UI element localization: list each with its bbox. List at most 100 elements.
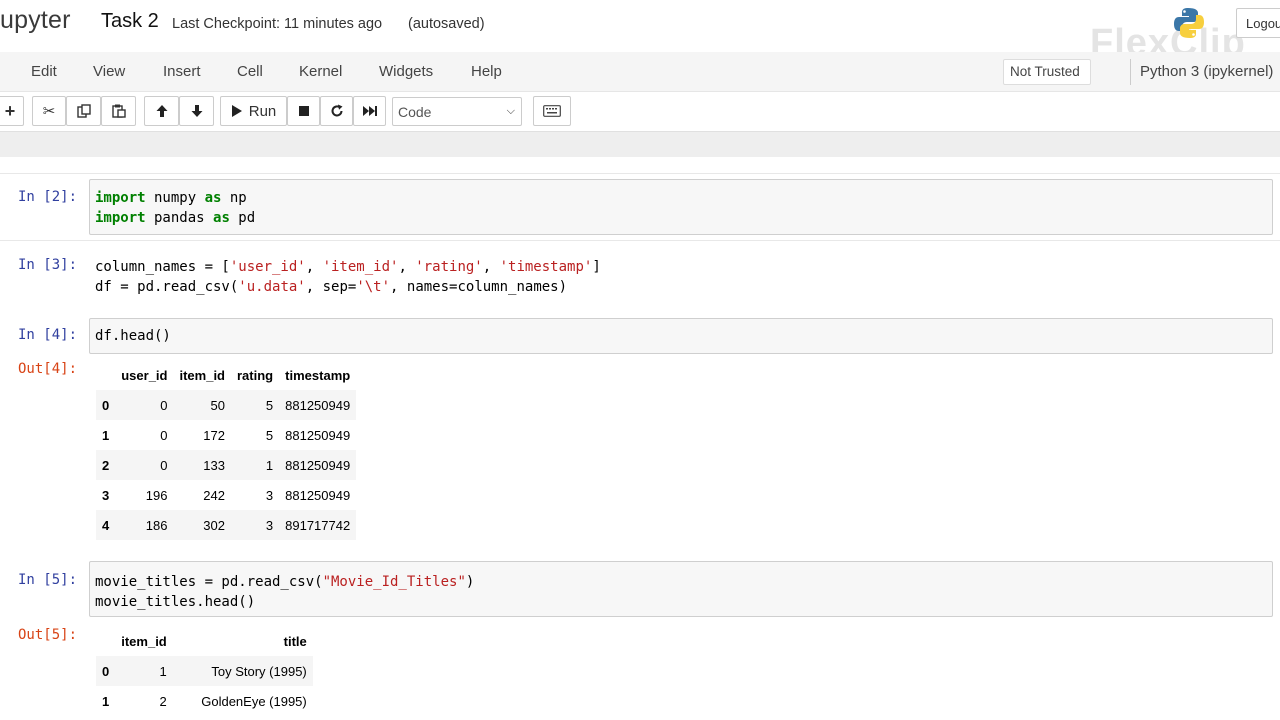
table-cell: 172 <box>203 427 225 443</box>
code-line: column_names = ['user_id', 'item_id', 'r… <box>90 257 1272 277</box>
table-row: 0 0 50 5 881250949 <box>96 390 357 420</box>
code-token: ] <box>592 259 601 275</box>
arrow-up-icon <box>156 105 167 117</box>
code-line: df = pd.read_csv('u.data', sep='\t', nam… <box>90 277 1272 297</box>
table-cell: 3 <box>265 517 274 533</box>
table-row: 2 0 133 1 881250949 <box>96 450 357 480</box>
menu-edit[interactable]: Edit <box>31 63 57 80</box>
code-string: '\t' <box>356 279 391 295</box>
chevron-down-icon: ⌵ <box>506 105 515 117</box>
table-cell: 881250949 <box>285 457 351 473</box>
logout-button[interactable]: Logout <box>1236 8 1280 38</box>
cut-icon: ✂ <box>42 103 56 120</box>
notebook-name[interactable]: Task 2 <box>101 10 159 33</box>
table-cell: 0 <box>160 427 168 443</box>
kernel-indicator[interactable]: Python 3 (ipykernel) <box>1140 63 1273 80</box>
move-down-button[interactable] <box>179 96 214 126</box>
insert-cell-button[interactable]: + <box>0 96 24 126</box>
run-button[interactable]: Run <box>220 96 287 126</box>
table-cell: 881250949 <box>285 397 351 413</box>
table-cell: 186 <box>145 517 168 533</box>
table-row: 1 0 172 5 881250949 <box>96 420 356 450</box>
stop-icon <box>298 106 309 116</box>
row-index: 0 <box>102 397 110 413</box>
code-keyword: as <box>204 190 222 206</box>
code-token: , <box>398 259 416 275</box>
code-token: pandas <box>145 210 214 226</box>
toolbar-divider <box>0 131 1280 157</box>
menu-help[interactable]: Help <box>471 63 502 80</box>
kernel-divider <box>1130 59 1131 85</box>
code-cell[interactable]: In [4]: df.head() Out[4]: user_id item_id… <box>0 317 1280 545</box>
table-cell: 196 <box>145 487 168 503</box>
checkpoint-status: Last Checkpoint: 11 minutes ago <box>172 16 383 32</box>
keyboard-icon <box>543 105 561 117</box>
code-token: , <box>305 259 323 275</box>
python-logo-icon <box>1174 8 1204 38</box>
code-keyword: as <box>213 210 230 226</box>
cell-type-value: Code <box>398 104 432 120</box>
code-string: 'rating' <box>415 259 483 275</box>
code-token: movie_titles = pd.read_csv( <box>95 574 323 590</box>
menu-widgets[interactable]: Widgets <box>379 63 433 80</box>
menu-insert[interactable]: Insert <box>163 63 201 80</box>
table-cell: 50 <box>210 397 225 413</box>
copy-button[interactable] <box>66 96 101 126</box>
plus-icon: + <box>4 100 16 121</box>
code-cell[interactable]: In [2]: import numpy as np import pandas … <box>0 173 1280 241</box>
run-icon <box>231 105 242 117</box>
command-palette-button[interactable] <box>533 96 571 126</box>
cell-type-select[interactable]: Code ⌵ <box>392 97 522 126</box>
output-dataframe: user_id item_id rating timestamp 0 0 50 5 881250… <box>96 360 357 540</box>
code-line: movie_titles = pd.read_csv("Movie_Id_Tit… <box>90 572 1272 592</box>
column-header: title <box>283 633 307 649</box>
table-cell: 891717742 <box>285 517 351 533</box>
code-keyword: import <box>95 190 146 206</box>
code-token: , names=column_names) <box>390 279 568 295</box>
table-row: 4 186 302 3 891717742 <box>96 510 357 540</box>
code-editor[interactable]: column_names = ['user_id', 'item_id', 'r… <box>89 246 1273 301</box>
code-token: df.head() <box>95 328 171 344</box>
move-up-button[interactable] <box>144 96 179 126</box>
code-string: 'item_id' <box>322 259 399 275</box>
menu-kernel[interactable]: Kernel <box>299 63 342 80</box>
row-index: 2 <box>102 457 110 473</box>
code-token: column_names = [ <box>95 259 230 275</box>
code-editor[interactable]: import numpy as np import pandas as pd <box>89 179 1273 235</box>
code-cell[interactable]: In [3]: column_names = ['user_id', 'item… <box>0 245 1280 305</box>
code-line: import numpy as np <box>90 188 1272 208</box>
table-cell: 3 <box>265 487 274 503</box>
interrupt-button[interactable] <box>287 96 320 126</box>
menu-cell[interactable]: Cell <box>237 63 263 80</box>
code-token: np <box>221 190 247 206</box>
paste-icon <box>111 104 126 118</box>
code-line: df.head() <box>90 326 1272 346</box>
table-cell: GoldenEye (1995) <box>201 693 307 709</box>
menu-view[interactable]: View <box>93 63 125 80</box>
code-line: import pandas as pd <box>90 208 1272 228</box>
column-header: item_id <box>179 367 225 383</box>
code-token: df = pd.read_csv( <box>95 279 239 295</box>
code-string: 'user_id' <box>229 259 306 275</box>
cut-button[interactable]: ✂ <box>32 96 66 126</box>
code-token: , sep= <box>305 279 357 295</box>
input-prompt: In [2]: <box>18 189 78 205</box>
not-trusted-button[interactable]: Not Trusted <box>1003 59 1091 85</box>
table-cell: 5 <box>265 397 274 413</box>
code-editor[interactable]: movie_titles = pd.read_csv("Movie_Id_Tit… <box>89 561 1273 617</box>
restart-button[interactable] <box>320 96 353 126</box>
input-prompt: In [3]: <box>18 257 78 273</box>
column-header: rating <box>237 367 274 383</box>
row-index: 1 <box>102 693 110 709</box>
jupyter-logo-text[interactable]: upyter <box>0 6 71 35</box>
restart-run-all-button[interactable] <box>353 96 386 126</box>
code-cell[interactable]: In [5]: movie_titles = pd.read_csv("Movi… <box>0 560 1280 720</box>
column-header: item_id <box>121 633 167 649</box>
table-cell: 881250949 <box>285 487 351 503</box>
header: upyter Task 2 Last Checkpoint: 11 minute… <box>0 0 1280 64</box>
restart-icon <box>331 104 342 117</box>
code-editor[interactable]: df.head() <box>89 318 1273 354</box>
column-header: user_id <box>121 367 168 383</box>
table-cell: 242 <box>203 487 225 503</box>
paste-button[interactable] <box>101 96 136 126</box>
